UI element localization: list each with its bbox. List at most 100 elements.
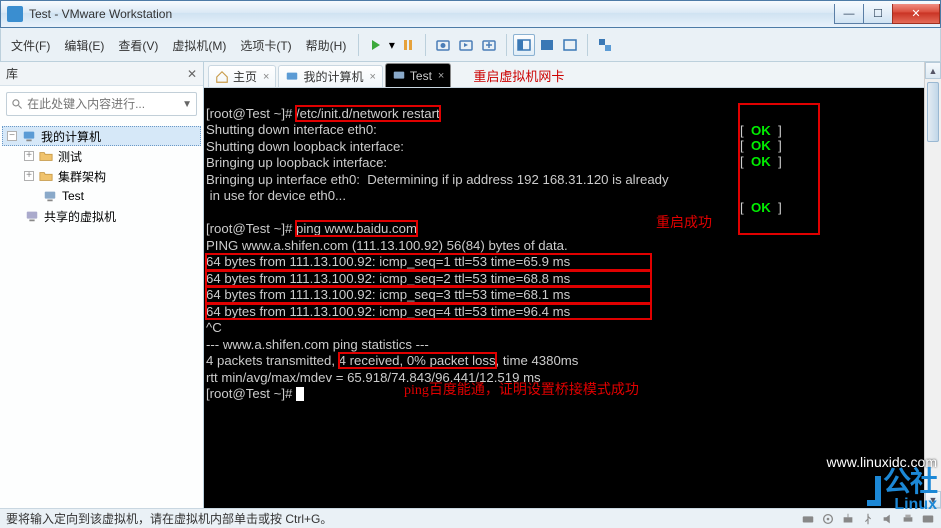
scroll-up-icon[interactable]: ▲ xyxy=(925,62,941,79)
pause-button[interactable] xyxy=(397,34,419,56)
tab-label: Test xyxy=(410,69,432,83)
tree-shared-vms[interactable]: 共享的虚拟机 xyxy=(2,206,201,226)
menu-view[interactable]: 查看(V) xyxy=(112,33,164,58)
library-search[interactable]: ▼ xyxy=(6,92,197,116)
annotation-restart: 重启虚拟机网卡 xyxy=(473,66,564,85)
unity-button[interactable] xyxy=(594,34,616,56)
scroll-thumb[interactable] xyxy=(927,82,939,142)
power-on-caret[interactable]: ▾ xyxy=(388,34,395,56)
term-line: 64 bytes from 111.13.100.92: icmp_seq=2 … xyxy=(206,271,651,286)
search-icon xyxy=(11,97,23,111)
shared-icon xyxy=(24,208,40,224)
ok-status-box: [ OK ] [ OK ] [ OK ] [ OK ] xyxy=(740,105,818,233)
annotation-ping: ping百度能通，证明设置桥接模式成功 xyxy=(404,383,639,399)
tree-toggle-icon[interactable]: + xyxy=(24,151,34,161)
menu-file[interactable]: 文件(F) xyxy=(5,33,56,58)
tab-close-icon[interactable]: × xyxy=(263,71,269,83)
term-line: Bringing up interface eth0: Determining … xyxy=(206,172,669,187)
tab-my-computer[interactable]: 我的计算机 × xyxy=(278,65,382,87)
search-caret-icon[interactable]: ▼ xyxy=(182,99,192,110)
menu-edit[interactable]: 编辑(E) xyxy=(58,33,110,58)
tree-folder-cluster[interactable]: + 集群架构 xyxy=(2,166,201,186)
home-icon xyxy=(215,70,229,84)
tree-vm-test[interactable]: Test xyxy=(2,186,201,206)
window-title: Test - VMware Workstation xyxy=(29,7,835,21)
status-text: 要将输入定向到该虚拟机，请在虚拟机内部单击或按 Ctrl+G。 xyxy=(6,510,332,527)
term-line: [root@Test ~]# xyxy=(206,386,304,401)
term-line: 4 packets transmitted, 4 received, 0% pa… xyxy=(206,353,578,368)
view-console-button[interactable] xyxy=(536,34,558,56)
power-on-button[interactable] xyxy=(365,34,387,56)
term-line: [root@Test ~]# ping www.baidu.com xyxy=(206,221,417,236)
close-button[interactable]: ✕ xyxy=(892,4,940,24)
vertical-scrollbar[interactable]: ▲ ▼ xyxy=(924,62,941,508)
menubar: 文件(F) 编辑(E) 查看(V) 虚拟机(M) 选项卡(T) 帮助(H) ▾ xyxy=(0,28,941,62)
tab-bar: 主页 × 我的计算机 × Test × 重启虚拟机网卡 xyxy=(204,62,941,88)
annotation-ok: 重启成功 xyxy=(656,216,712,232)
sidebar-title: 库 xyxy=(6,65,18,82)
term-line: 64 bytes from 111.13.100.92: icmp_seq=3 … xyxy=(206,287,651,302)
view-fullscreen-button[interactable] xyxy=(559,34,581,56)
sound-icon[interactable] xyxy=(881,512,895,526)
cd-icon[interactable] xyxy=(821,512,835,526)
scroll-down-icon[interactable]: ▼ xyxy=(925,491,941,508)
maximize-button[interactable]: ☐ xyxy=(863,4,893,24)
snapshot-revert-button[interactable] xyxy=(455,34,477,56)
menu-tabs[interactable]: 选项卡(T) xyxy=(234,33,297,58)
term-line: Shutting down loopback interface: xyxy=(206,139,404,154)
tree-toggle-icon[interactable]: + xyxy=(24,171,34,181)
message-icon[interactable] xyxy=(921,512,935,526)
term-line: PING www.a.shifen.com (111.13.100.92) 56… xyxy=(206,238,568,253)
library-sidebar: 库 ✕ ▼ − 我的计算机 + 测试 + 集群架构 xyxy=(0,62,204,508)
tab-label: 我的计算机 xyxy=(303,68,363,85)
tab-home[interactable]: 主页 × xyxy=(208,65,276,87)
printer-icon[interactable] xyxy=(901,512,915,526)
vm-icon xyxy=(392,69,406,83)
tab-close-icon[interactable]: × xyxy=(438,70,444,82)
status-bar: 要将输入定向到该虚拟机，请在虚拟机内部单击或按 Ctrl+G。 xyxy=(0,508,941,528)
device-tray xyxy=(801,512,935,526)
tab-close-icon[interactable]: × xyxy=(369,71,375,83)
tab-test-vm[interactable]: Test × xyxy=(385,63,451,87)
menu-help[interactable]: 帮助(H) xyxy=(300,33,353,58)
folder-icon xyxy=(38,168,54,184)
hdd-icon[interactable] xyxy=(801,512,815,526)
term-line: ^C xyxy=(206,320,222,335)
search-input[interactable] xyxy=(27,97,182,111)
term-line xyxy=(206,205,210,220)
term-line: 64 bytes from 111.13.100.92: icmp_seq=4 … xyxy=(206,304,651,319)
main-pane: 主页 × 我的计算机 × Test × 重启虚拟机网卡 [root@Test ~… xyxy=(204,62,941,508)
sidebar-header: 库 ✕ xyxy=(0,62,203,86)
vm-console[interactable]: [root@Test ~]# /etc/init.d/network resta… xyxy=(204,88,941,508)
tree-my-computer[interactable]: − 我的计算机 xyxy=(2,126,201,146)
terminal-cursor xyxy=(296,387,304,401)
window-titlebar: Test - VMware Workstation — ☐ ✕ xyxy=(0,0,941,28)
snapshot-button[interactable] xyxy=(432,34,454,56)
folder-icon xyxy=(38,148,54,164)
tree-item-label: 测试 xyxy=(58,148,82,165)
vm-icon xyxy=(42,188,58,204)
tree-folder-test-cn[interactable]: + 测试 xyxy=(2,146,201,166)
tree-item-label: Test xyxy=(62,189,84,203)
menu-vm[interactable]: 虚拟机(M) xyxy=(166,33,232,58)
sidebar-close-icon[interactable]: ✕ xyxy=(187,67,197,81)
term-line: 64 bytes from 111.13.100.92: icmp_seq=1 … xyxy=(206,254,651,269)
tree-root-label: 我的计算机 xyxy=(41,128,101,145)
term-line: [root@Test ~]# /etc/init.d/network resta… xyxy=(206,106,440,121)
term-line: in use for device eth0... xyxy=(206,188,346,203)
tab-label: 主页 xyxy=(233,68,257,85)
app-icon xyxy=(7,6,23,22)
term-line: Bringing up loopback interface: xyxy=(206,155,387,170)
usb-icon[interactable] xyxy=(861,512,875,526)
network-icon[interactable] xyxy=(841,512,855,526)
tree-shared-label: 共享的虚拟机 xyxy=(44,208,116,225)
snapshot-manage-button[interactable] xyxy=(478,34,500,56)
term-line: --- www.a.shifen.com ping statistics --- xyxy=(206,337,429,352)
term-line: Shutting down interface eth0: xyxy=(206,122,377,137)
tree-toggle-icon[interactable]: − xyxy=(7,131,17,141)
minimize-button[interactable]: — xyxy=(834,4,864,24)
computer-icon xyxy=(21,128,37,144)
library-tree: − 我的计算机 + 测试 + 集群架构 Test 共享的虚拟机 xyxy=(0,122,203,508)
view-thumbnail-button[interactable] xyxy=(513,34,535,56)
computer-icon xyxy=(285,70,299,84)
